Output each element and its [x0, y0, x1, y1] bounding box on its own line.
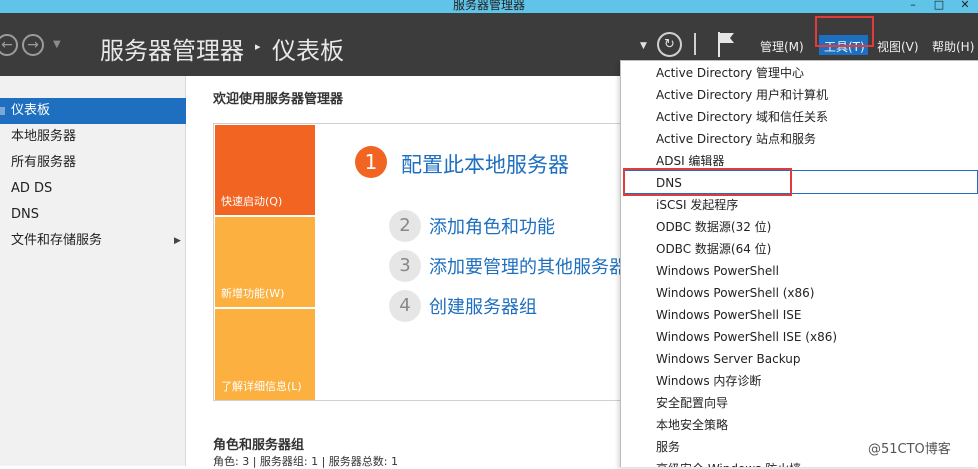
- menu-view[interactable]: 视图(V): [877, 38, 919, 55]
- header-dropdown-icon[interactable]: ▼: [640, 41, 647, 51]
- tools-dropdown-menu: Active Directory 管理中心 Active Directory 用…: [620, 60, 978, 467]
- sidebar-item-label: AD DS: [11, 181, 53, 196]
- create-server-group-link[interactable]: 创建服务器组: [429, 293, 537, 319]
- maximize-button[interactable]: □: [926, 0, 952, 11]
- window-title: 服务器管理器: [452, 0, 525, 12]
- tile-label: 快速启动(Q): [221, 195, 283, 208]
- menu-item-odbc-32[interactable]: ODBC 数据源(32 位): [656, 216, 771, 238]
- configure-local-server-link[interactable]: 配置此本地服务器: [401, 149, 569, 179]
- watermark: @51CTO博客: [868, 442, 951, 457]
- step-number-2: 2: [389, 210, 421, 242]
- sidebar-item-label: 文件和存储服务: [11, 233, 103, 248]
- menu-item-powershell-x86[interactable]: Windows PowerShell (x86): [656, 282, 814, 304]
- close-button[interactable]: ✕: [952, 0, 978, 11]
- back-arrow-icon[interactable]: ←: [0, 34, 18, 56]
- menu-item-memory-diagnostic[interactable]: Windows 内存诊断: [656, 370, 761, 392]
- step-number-3: 3: [389, 250, 421, 282]
- menu-item-security-config-wizard[interactable]: 安全配置向导: [656, 392, 728, 414]
- breadcrumb-root: 服务器管理器: [100, 37, 244, 65]
- menu-item-iscsi-initiator[interactable]: iSCSI 发起程序: [656, 194, 738, 216]
- menu-item-services[interactable]: 服务: [656, 436, 680, 458]
- dns-annotation-box: [623, 168, 792, 196]
- title-bar: 服务器管理器 – □ ✕: [0, 0, 978, 13]
- step-number-1: 1: [355, 146, 387, 178]
- menu-help[interactable]: 帮助(H): [932, 38, 974, 55]
- sidebar-item-label: DNS: [11, 207, 39, 222]
- dashboard-icon: [0, 107, 5, 115]
- header-divider: [694, 33, 696, 55]
- menu-item-ad-admin-center[interactable]: Active Directory 管理中心: [656, 62, 804, 84]
- forward-arrow-icon[interactable]: →: [22, 34, 44, 56]
- sidebar-item-file-storage[interactable]: 文件和存储服务 ▶: [0, 228, 186, 254]
- history-dropdown-icon[interactable]: ▼: [53, 39, 61, 50]
- sidebar-item-label: 本地服务器: [11, 129, 77, 144]
- menu-item-ad-sites-services[interactable]: Active Directory 站点和服务: [656, 128, 816, 150]
- tools-annotation-box: [815, 16, 874, 47]
- expand-arrow-icon[interactable]: ▶: [174, 228, 181, 254]
- sidebar-item-ad-ds[interactable]: AD DS: [0, 176, 186, 202]
- sidebar-item-dashboard[interactable]: 仪表板: [0, 98, 186, 124]
- welcome-heading: 欢迎使用服务器管理器: [213, 92, 344, 107]
- sidebar-item-label: 所有服务器: [11, 155, 77, 170]
- tile-label: 新增功能(W): [221, 287, 285, 300]
- sidebar-item-local-server[interactable]: 本地服务器: [0, 124, 186, 150]
- sidebar: 仪表板 本地服务器 所有服务器 AD DS DNS 文件和存储服务 ▶: [0, 76, 186, 466]
- sidebar-item-label: 仪表板: [11, 103, 51, 118]
- menu-item-local-security-policy[interactable]: 本地安全策略: [656, 414, 728, 436]
- step-number-4: 4: [389, 290, 421, 322]
- menu-manage[interactable]: 管理(M): [760, 38, 804, 55]
- breadcrumb-page: 仪表板: [272, 37, 344, 65]
- add-other-servers-link[interactable]: 添加要管理的其他服务器: [429, 253, 627, 279]
- roles-section-title: 角色和服务器组: [213, 438, 305, 453]
- roles-summary: 角色: 3 | 服务器组: 1 | 服务器总数: 1: [213, 455, 399, 468]
- menu-item-powershell-ise[interactable]: Windows PowerShell ISE: [656, 304, 802, 326]
- menu-item-server-backup[interactable]: Windows Server Backup: [656, 348, 801, 370]
- tile-whats-new[interactable]: 新增功能(W): [215, 217, 315, 307]
- menu-item-ad-users-computers[interactable]: Active Directory 用户和计算机: [656, 84, 828, 106]
- tile-learn-more[interactable]: 了解详细信息(L): [215, 309, 315, 400]
- menu-item-powershell[interactable]: Windows PowerShell: [656, 260, 779, 282]
- tile-quick-start[interactable]: 快速启动(Q): [215, 125, 315, 215]
- breadcrumb-separator-icon: ▸: [255, 40, 261, 53]
- menu-item-ad-domains-trusts[interactable]: Active Directory 域和信任关系: [656, 106, 828, 128]
- add-roles-features-link[interactable]: 添加角色和功能: [429, 213, 555, 239]
- tile-label: 了解详细信息(L): [221, 380, 302, 393]
- minimize-button[interactable]: –: [900, 0, 926, 11]
- refresh-icon[interactable]: ↻: [657, 32, 682, 57]
- sidebar-item-all-servers[interactable]: 所有服务器: [0, 150, 186, 176]
- menu-item-powershell-ise-x86[interactable]: Windows PowerShell ISE (x86): [656, 326, 837, 348]
- sidebar-item-dns[interactable]: DNS: [0, 202, 186, 228]
- notification-flag-icon[interactable]: [716, 31, 736, 57]
- menu-item-odbc-64[interactable]: ODBC 数据源(64 位): [656, 238, 771, 260]
